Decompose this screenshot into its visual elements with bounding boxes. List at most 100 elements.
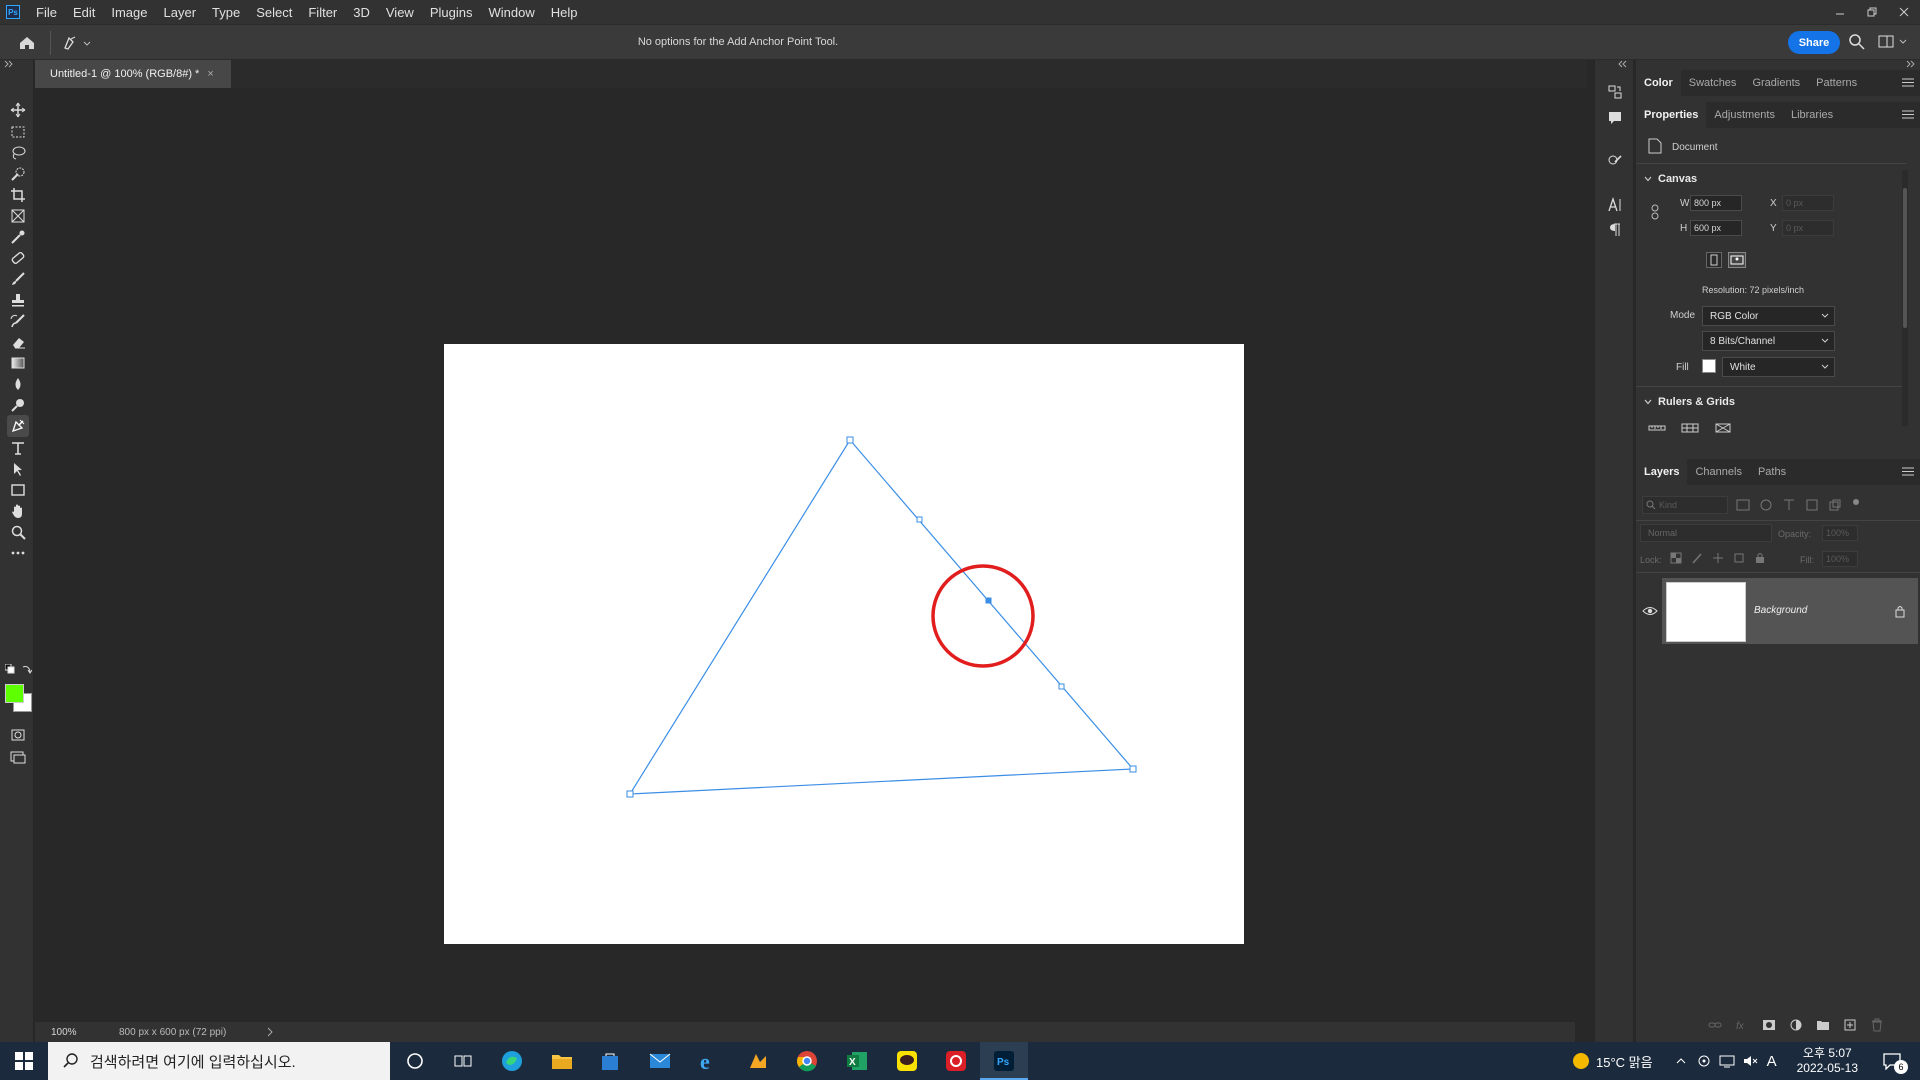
lasso-icon[interactable]	[7, 142, 29, 164]
history-brush-icon[interactable]	[7, 310, 29, 332]
menu-file[interactable]: File	[28, 5, 65, 20]
anchor-point[interactable]	[846, 436, 854, 444]
menu-window[interactable]: Window	[480, 5, 542, 20]
quick-select-icon[interactable]	[7, 163, 29, 185]
file-explorer-icon[interactable]	[550, 1049, 574, 1073]
fill-color-swatch[interactable]	[1702, 359, 1716, 373]
document-canvas[interactable]	[444, 344, 1244, 944]
blur-icon[interactable]	[7, 373, 29, 395]
marquee-icon[interactable]	[7, 121, 29, 143]
restore-icon[interactable]	[1856, 0, 1888, 24]
layer-name[interactable]: Background	[1754, 605, 1807, 616]
fill-opacity-field[interactable]: 100%	[1822, 551, 1858, 567]
anchor-point[interactable]	[1058, 683, 1065, 690]
tab-gradients[interactable]: Gradients	[1744, 70, 1808, 96]
app-icon[interactable]	[746, 1049, 770, 1073]
expand-panels-icon[interactable]	[1906, 60, 1916, 68]
layer-row-background[interactable]: Background	[1662, 578, 1918, 644]
rulers-grids-section-header[interactable]: Rulers & Grids	[1644, 396, 1735, 408]
hand-icon[interactable]	[7, 500, 29, 522]
portrait-orientation-icon[interactable]	[1706, 252, 1722, 268]
swap-colors-icon[interactable]	[22, 664, 32, 674]
menu-plugins[interactable]: Plugins	[422, 5, 481, 20]
microsoft-store-icon[interactable]	[598, 1049, 622, 1073]
mail-icon[interactable]	[648, 1049, 672, 1073]
collapse-panels-icon[interactable]	[1617, 60, 1627, 68]
internet-explorer-icon[interactable]: e	[697, 1049, 721, 1073]
healing-icon[interactable]	[7, 247, 29, 269]
close-tab-icon[interactable]: ×	[207, 68, 213, 80]
panel-menu-icon[interactable]	[1902, 467, 1914, 476]
work-path[interactable]	[444, 344, 1244, 944]
tab-adjustments[interactable]: Adjustments	[1706, 102, 1783, 128]
zoom-level[interactable]: 100%	[51, 1027, 111, 1038]
paragraph-icon[interactable]	[1605, 220, 1625, 240]
anchor-points[interactable]	[626, 436, 1137, 798]
anchor-point[interactable]	[916, 516, 923, 523]
menu-select[interactable]: Select	[248, 5, 300, 20]
type-icon[interactable]	[7, 437, 29, 459]
close-icon[interactable]	[1888, 0, 1920, 24]
kakaotalk-icon[interactable]	[895, 1049, 919, 1073]
rectangle-icon[interactable]	[7, 479, 29, 501]
panel-menu-icon[interactable]	[1902, 78, 1914, 87]
weather-text[interactable]: 15°C 맑음	[1596, 1052, 1653, 1071]
opacity-field[interactable]: 100%	[1822, 525, 1858, 541]
tab-layers[interactable]: Layers	[1636, 459, 1688, 485]
edge-icon[interactable]	[500, 1049, 524, 1073]
menu-edit[interactable]: Edit	[65, 5, 103, 20]
frame-icon[interactable]	[7, 205, 29, 227]
collapse-toolbar-icon[interactable]	[4, 60, 14, 68]
pen-icon[interactable]	[7, 415, 29, 437]
clock[interactable]: 오후 5:07 2022-05-13	[1797, 1046, 1858, 1076]
bit-depth-select[interactable]: 8 Bits/Channel	[1702, 331, 1835, 351]
eyedropper-icon[interactable]	[7, 226, 29, 248]
brush-settings-icon[interactable]	[1605, 150, 1625, 170]
tab-channels[interactable]: Channels	[1687, 459, 1749, 485]
ime-indicator[interactable]: A	[1767, 1053, 1777, 1070]
menu-image[interactable]: Image	[103, 5, 155, 20]
height-field[interactable]: 600 px	[1690, 220, 1742, 236]
share-button[interactable]: Share	[1788, 31, 1840, 54]
task-view-icon[interactable]	[451, 1049, 475, 1073]
document-tab[interactable]: Untitled-1 @ 100% (RGB/8#) * ×	[35, 60, 231, 88]
tab-patterns[interactable]: Patterns	[1808, 70, 1865, 96]
search-icon[interactable]	[1848, 33, 1866, 51]
color-mode-select[interactable]: RGB Color	[1702, 306, 1835, 326]
link-icon[interactable]	[1650, 204, 1660, 220]
panel-menu-icon[interactable]	[1902, 110, 1914, 119]
dodge-icon[interactable]	[7, 394, 29, 416]
taskbar-search-box[interactable]: 검색하려면 여기에 입력하십시오.	[48, 1042, 390, 1080]
comments-icon[interactable]	[1605, 108, 1625, 128]
fill-select[interactable]: White	[1722, 357, 1835, 377]
gradient-icon[interactable]	[7, 352, 29, 374]
path-select-icon[interactable]	[7, 458, 29, 480]
menu-3d[interactable]: 3D	[345, 5, 378, 20]
grid-icon[interactable]	[1681, 422, 1699, 434]
character-icon[interactable]	[1605, 195, 1625, 215]
stamp-icon[interactable]	[7, 289, 29, 311]
quick-mask-icon[interactable]	[7, 724, 29, 746]
status-chevron-icon[interactable]	[266, 1027, 274, 1037]
selected-anchor-point[interactable]	[985, 597, 992, 604]
minimize-icon[interactable]	[1824, 0, 1856, 24]
zoom-icon[interactable]	[7, 521, 29, 543]
tab-paths[interactable]: Paths	[1750, 459, 1794, 485]
more-icon[interactable]	[7, 542, 29, 564]
windows-start-icon[interactable]	[12, 1049, 36, 1073]
tab-properties[interactable]: Properties	[1636, 102, 1707, 128]
triangle-path[interactable]	[628, 438, 1135, 795]
menu-layer[interactable]: Layer	[156, 5, 205, 20]
anchor-point[interactable]	[1129, 765, 1137, 773]
menu-type[interactable]: Type	[204, 5, 248, 20]
tab-swatches[interactable]: Swatches	[1681, 70, 1745, 96]
layer-filter-kind[interactable]: Kind	[1642, 496, 1728, 514]
y-field[interactable]: 0 px	[1782, 220, 1834, 236]
anchor-point[interactable]	[626, 790, 634, 798]
eraser-icon[interactable]	[7, 331, 29, 353]
blend-mode-select[interactable]: Normal	[1640, 524, 1772, 542]
crop-icon[interactable]	[7, 184, 29, 206]
tab-color[interactable]: Color	[1636, 70, 1681, 96]
menu-view[interactable]: View	[378, 5, 422, 20]
guides-icon[interactable]	[1714, 422, 1732, 434]
